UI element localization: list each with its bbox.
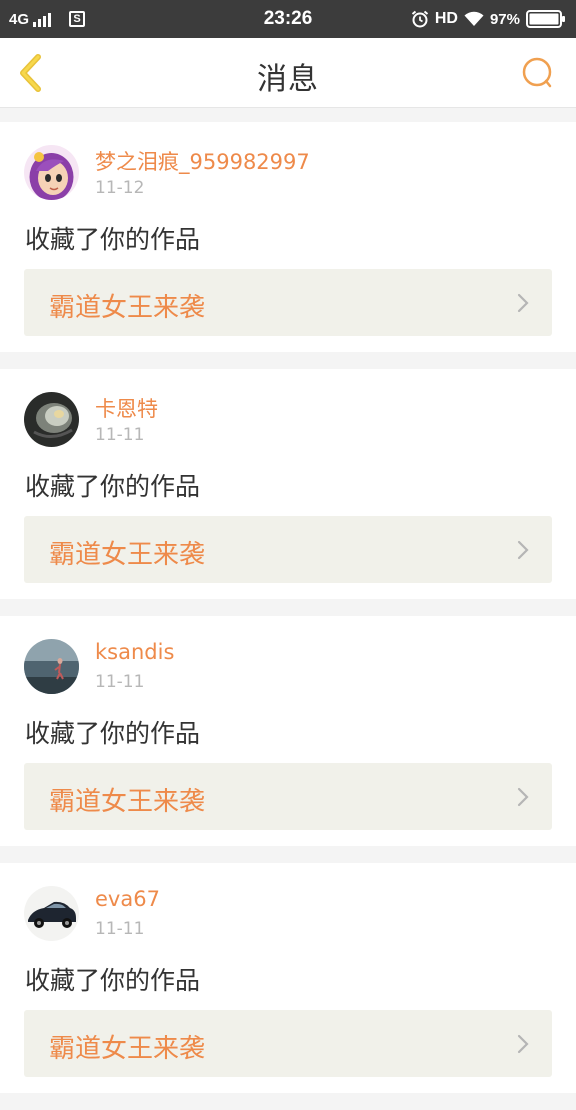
work-link[interactable]: 霸道女王来袭 <box>24 1010 552 1077</box>
chevron-right-icon <box>517 293 529 313</box>
message-action: 收藏了你的作品 <box>25 966 201 995</box>
avatar[interactable] <box>24 145 79 200</box>
search-button[interactable] <box>520 56 556 92</box>
username[interactable]: eva67 <box>95 887 160 911</box>
message-action: 收藏了你的作品 <box>25 719 201 748</box>
message-item: ksandis 11-11 收藏了你的作品 霸道女王来袭 <box>0 616 576 846</box>
chevron-right-icon <box>517 1034 529 1054</box>
work-title: 霸道女王来袭 <box>49 787 206 817</box>
message-date: 11-12 <box>95 178 145 198</box>
wifi-icon <box>464 11 484 26</box>
username[interactable]: 卡恩特 <box>95 393 158 423</box>
message-item: eva67 11-11 收藏了你的作品 霸道女王来袭 <box>0 863 576 1093</box>
message-date: 11-11 <box>95 672 145 692</box>
work-link[interactable]: 霸道女王来袭 <box>24 516 552 583</box>
avatar[interactable] <box>24 639 79 694</box>
username[interactable]: 梦之泪痕_959982997 <box>95 146 310 176</box>
message-action: 收藏了你的作品 <box>25 225 201 254</box>
battery-icon <box>526 10 565 28</box>
status-bar: 4G S 23:26 HD 97% <box>0 0 576 38</box>
work-title: 霸道女王来袭 <box>49 540 206 570</box>
work-title: 霸道女王来袭 <box>49 293 206 323</box>
message-list: 梦之泪痕_959982997 11-12 收藏了你的作品 霸道女王来袭 卡恩特 … <box>0 122 576 1110</box>
chevron-right-icon <box>517 787 529 807</box>
avatar[interactable] <box>24 392 79 447</box>
avatar-image <box>24 392 79 447</box>
chevron-right-icon <box>517 540 529 560</box>
status-right: HD 97% <box>405 9 566 29</box>
work-title: 霸道女王来袭 <box>49 1034 206 1064</box>
alarm-icon <box>411 10 428 28</box>
message-date: 11-11 <box>95 919 145 939</box>
avatar-image <box>24 639 79 694</box>
avatar-image <box>24 145 79 200</box>
search-icon <box>522 57 552 88</box>
battery-percent: 97% <box>489 10 520 28</box>
message-item: 梦之泪痕_959982997 11-12 收藏了你的作品 霸道女王来袭 <box>0 122 576 352</box>
hd-label: HD <box>434 10 458 27</box>
work-link[interactable]: 霸道女王来袭 <box>24 763 552 830</box>
work-link[interactable]: 霸道女王来袭 <box>24 269 552 336</box>
app-header: 消息 <box>0 38 576 108</box>
avatar-image <box>24 886 79 941</box>
message-date: 11-11 <box>95 425 145 445</box>
username[interactable]: ksandis <box>95 640 174 664</box>
message-action: 收藏了你的作品 <box>25 472 201 501</box>
page-title: 消息 <box>257 62 319 97</box>
message-item: 卡恩特 11-11 收藏了你的作品 霸道女王来袭 <box>0 369 576 599</box>
avatar[interactable] <box>24 886 79 941</box>
